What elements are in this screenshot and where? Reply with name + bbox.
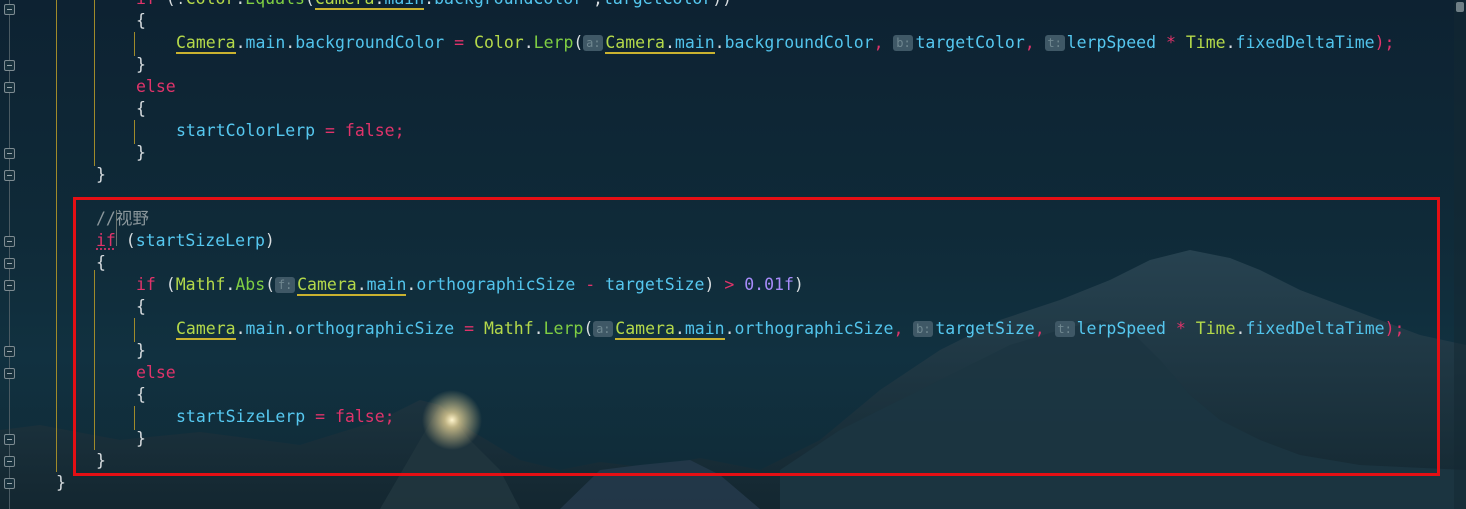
member-backgroundcolor: backgroundColor bbox=[295, 33, 445, 52]
close-brace: } bbox=[136, 55, 146, 74]
code-token: ); bbox=[1374, 33, 1395, 52]
code-token: . bbox=[1225, 33, 1236, 52]
code-token: , bbox=[873, 33, 894, 52]
param-hint: b: bbox=[893, 35, 914, 51]
member-main: main bbox=[674, 33, 715, 54]
code-token: (! bbox=[156, 0, 186, 8]
code-line[interactable]: } bbox=[56, 472, 66, 494]
class-camera: Camera bbox=[314, 0, 375, 10]
close-brace: } bbox=[96, 165, 106, 184]
indent-guide bbox=[56, 0, 57, 472]
variable-targetcolor: targetColor bbox=[915, 33, 1025, 52]
class-camera: Camera bbox=[176, 33, 236, 54]
fold-marker-icon[interactable] bbox=[4, 236, 15, 247]
close-brace: } bbox=[136, 143, 146, 162]
code-line[interactable]: Camera.main.backgroundColor = Color.Lerp… bbox=[176, 32, 1395, 54]
variable-lerpspeed: lerpSpeed bbox=[1066, 33, 1157, 52]
operator-assign: = bbox=[444, 33, 475, 52]
operator-assign: = bbox=[315, 121, 345, 140]
member-backgroundcolor: backgroundColor bbox=[434, 0, 583, 8]
code-line[interactable]: else bbox=[136, 76, 176, 98]
code-line[interactable]: } bbox=[136, 54, 146, 76]
code-token: , bbox=[583, 0, 603, 8]
class-camera: Camera bbox=[605, 33, 665, 54]
keyword-if: if bbox=[136, 0, 156, 8]
class-color: Color bbox=[474, 33, 524, 52]
code-token: )) bbox=[712, 0, 732, 8]
param-hint: t: bbox=[1044, 35, 1065, 51]
highlight-box bbox=[73, 197, 1440, 476]
gutter-line bbox=[9, 0, 10, 509]
code-line[interactable]: { bbox=[136, 10, 146, 32]
fold-marker-icon[interactable] bbox=[4, 258, 15, 269]
fold-marker-icon[interactable] bbox=[4, 60, 15, 71]
code-line[interactable]: } bbox=[96, 164, 106, 186]
open-brace: { bbox=[136, 11, 146, 30]
code-token: . bbox=[714, 33, 725, 52]
code-line[interactable]: if (!Color.Equals(Camera.main.background… bbox=[136, 0, 732, 10]
member-backgroundcolor: backgroundColor bbox=[724, 33, 874, 52]
indent-guide bbox=[134, 120, 135, 144]
code-token: . bbox=[523, 33, 534, 52]
open-brace: { bbox=[136, 99, 146, 118]
fold-marker-icon[interactable] bbox=[4, 170, 15, 181]
code-token: . bbox=[374, 0, 385, 10]
indent-guide bbox=[134, 32, 135, 56]
param-hint: a: bbox=[583, 35, 604, 51]
code-line[interactable]: } bbox=[136, 142, 146, 164]
member-main: main bbox=[245, 33, 286, 52]
method-lerp: Lerp bbox=[533, 33, 574, 52]
code-token: ( bbox=[573, 33, 584, 52]
method-equals: Equals bbox=[245, 0, 305, 8]
class-color: Color bbox=[186, 0, 236, 8]
scrollbar-thumb[interactable] bbox=[1456, 2, 1464, 12]
code-token: ; bbox=[394, 121, 405, 140]
code-token: . bbox=[285, 33, 296, 52]
fold-marker-icon[interactable] bbox=[4, 148, 15, 159]
fold-marker-icon[interactable] bbox=[4, 456, 15, 467]
code-token: . bbox=[424, 0, 434, 8]
code-token: , bbox=[1024, 33, 1045, 52]
code-token: . bbox=[664, 33, 675, 54]
fold-marker-icon[interactable] bbox=[4, 368, 15, 379]
vertical-scrollbar[interactable] bbox=[1454, 0, 1466, 509]
code-token: . bbox=[235, 33, 246, 52]
fold-marker-icon[interactable] bbox=[4, 4, 15, 15]
code-line[interactable]: startColorLerp = false; bbox=[176, 120, 405, 142]
variable-targetcolor: targetColor bbox=[603, 0, 712, 8]
member-fixeddeltatime: fixedDeltaTime bbox=[1235, 33, 1375, 52]
code-token: . bbox=[235, 0, 245, 8]
code-line[interactable]: { bbox=[136, 98, 146, 120]
operator-multiply: * bbox=[1156, 33, 1186, 52]
close-brace: } bbox=[56, 473, 66, 492]
editor-gutter bbox=[0, 0, 22, 509]
fold-marker-icon[interactable] bbox=[4, 434, 15, 445]
fold-marker-icon[interactable] bbox=[4, 82, 15, 93]
member-main: main bbox=[384, 0, 425, 10]
keyword-else: else bbox=[136, 77, 176, 96]
code-editor[interactable]: if (!Color.Equals(Camera.main.background… bbox=[0, 0, 1466, 509]
indent-guide bbox=[94, 0, 95, 166]
fold-marker-icon[interactable] bbox=[4, 478, 15, 489]
variable-startcolorlerp: startColorLerp bbox=[176, 121, 316, 140]
class-time: Time bbox=[1185, 33, 1226, 52]
fold-marker-icon[interactable] bbox=[4, 346, 15, 357]
fold-marker-icon[interactable] bbox=[4, 280, 15, 291]
keyword-false: false bbox=[344, 121, 395, 140]
code-token: ( bbox=[305, 0, 315, 8]
